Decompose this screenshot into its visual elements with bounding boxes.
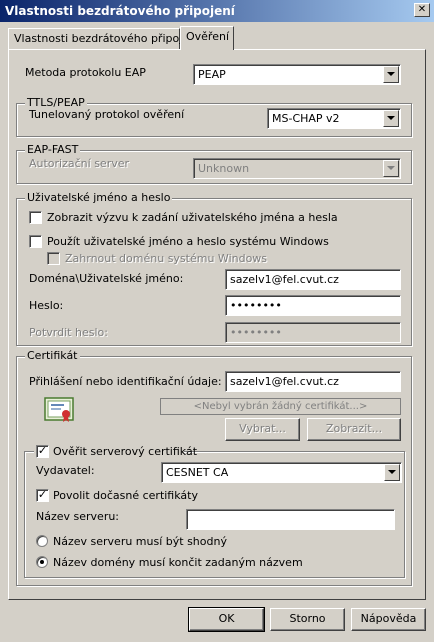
eap-fast-group-label: EAP-FAST (25, 143, 81, 156)
chevron-down-icon (387, 116, 395, 120)
radio-selected-dot (40, 560, 44, 564)
close-icon: ✕ (417, 4, 427, 15)
auth-server-label: Autorizační server (29, 157, 130, 170)
username-input[interactable]: sazelv1@fel.cvut.cz (225, 269, 401, 290)
exact-match-radio[interactable] (36, 535, 48, 547)
prompt-credentials-checkbox[interactable] (29, 211, 42, 224)
verify-server-cert-label[interactable]: Ověřit serverový certifikát (53, 445, 197, 458)
tab-authentication-label: Ověření (186, 30, 230, 43)
issuer-label: Vydavatel: (36, 464, 95, 477)
use-windows-credentials-checkbox[interactable] (29, 235, 42, 248)
domain-suffix-radio[interactable] (36, 556, 48, 568)
login-identity-input[interactable]: sazelv1@fel.cvut.cz (225, 371, 401, 392)
tunnel-protocol-label: Tunelovaný protokol ověření (29, 108, 185, 121)
auth-server-select[interactable]: Unknown (193, 158, 401, 179)
eap-method-value: PEAP (198, 68, 226, 81)
verify-server-cert-checkbox[interactable]: ✓ (36, 445, 49, 458)
window-title: Vlastnosti bezdrátového připojení (5, 4, 235, 18)
chevron-down-icon (387, 72, 395, 76)
close-button[interactable]: ✕ (414, 3, 430, 17)
credentials-group-label: Uživatelské jméno a heslo (25, 191, 173, 204)
tunnel-protocol-select[interactable]: MS-CHAP v2 (267, 108, 401, 129)
exact-match-label[interactable]: Název serveru musí být shodný (53, 535, 227, 548)
auth-server-value: Unknown (198, 162, 250, 175)
password-label: Heslo: (29, 299, 64, 312)
cancel-button[interactable]: Storno (270, 608, 345, 631)
chevron-down-icon (388, 470, 396, 474)
include-domain-checkbox[interactable] (47, 252, 60, 265)
issuer-select[interactable]: CESNET CA (161, 462, 402, 483)
select-certificate-button[interactable]: Vybrat... (225, 418, 300, 441)
chevron-down-icon (387, 166, 395, 170)
ok-button[interactable]: OK (188, 607, 265, 632)
eap-method-label: Metoda protokolu EAP (25, 66, 146, 79)
prompt-credentials-label[interactable]: Zobrazit výzvu k zadání uživatelského jm… (47, 211, 338, 224)
server-name-label: Název serveru: (36, 510, 120, 523)
title-bar: Vlastnosti bezdrátového připojení ✕ (0, 0, 434, 22)
confirm-password-label: Potvrdit heslo: (29, 326, 108, 339)
tab-connection-properties-label: Vlastnosti bezdrátového připojení (14, 32, 200, 45)
issuer-dropdown-button[interactable] (384, 464, 400, 481)
certificate-group-label: Certifikát (25, 349, 80, 362)
login-identity-label: Přihlášení nebo identifikační údaje: (29, 375, 222, 388)
allow-temp-certs-label[interactable]: Povolit dočasné certifikáty (53, 489, 198, 502)
allow-temp-certs-checkbox[interactable]: ✓ (36, 489, 49, 502)
no-certificate-selected-field: <Nebyl vybrán žádný certifikát...> (160, 398, 401, 415)
auth-server-dropdown-button[interactable] (383, 160, 399, 177)
domain-suffix-label[interactable]: Název domény musí končit zadaným názvem (53, 556, 303, 569)
view-certificate-button[interactable]: Zobrazit... (307, 418, 401, 441)
confirm-password-input[interactable]: •••••••• (225, 322, 401, 343)
include-domain-label: Zahrnout doménu systému Windows (65, 252, 268, 265)
eap-method-dropdown-button[interactable] (383, 66, 399, 83)
eap-method-select[interactable]: PEAP (193, 64, 401, 85)
help-button[interactable]: Nápověda (351, 608, 426, 631)
tab-authentication[interactable]: Ověření (180, 26, 234, 50)
server-name-input[interactable] (186, 509, 395, 530)
tunnel-protocol-dropdown-button[interactable] (383, 110, 399, 127)
use-windows-credentials-label[interactable]: Použít uživatelské jméno a heslo systému… (47, 235, 329, 248)
certificate-icon (44, 396, 76, 424)
issuer-value: CESNET CA (166, 466, 229, 479)
password-input[interactable]: •••••••• (225, 295, 401, 316)
username-label: Doména\Uživatelské jméno: (29, 272, 184, 285)
tab-connection-properties[interactable]: Vlastnosti bezdrátového připojení (8, 28, 199, 49)
tunnel-protocol-value: MS-CHAP v2 (272, 112, 340, 125)
